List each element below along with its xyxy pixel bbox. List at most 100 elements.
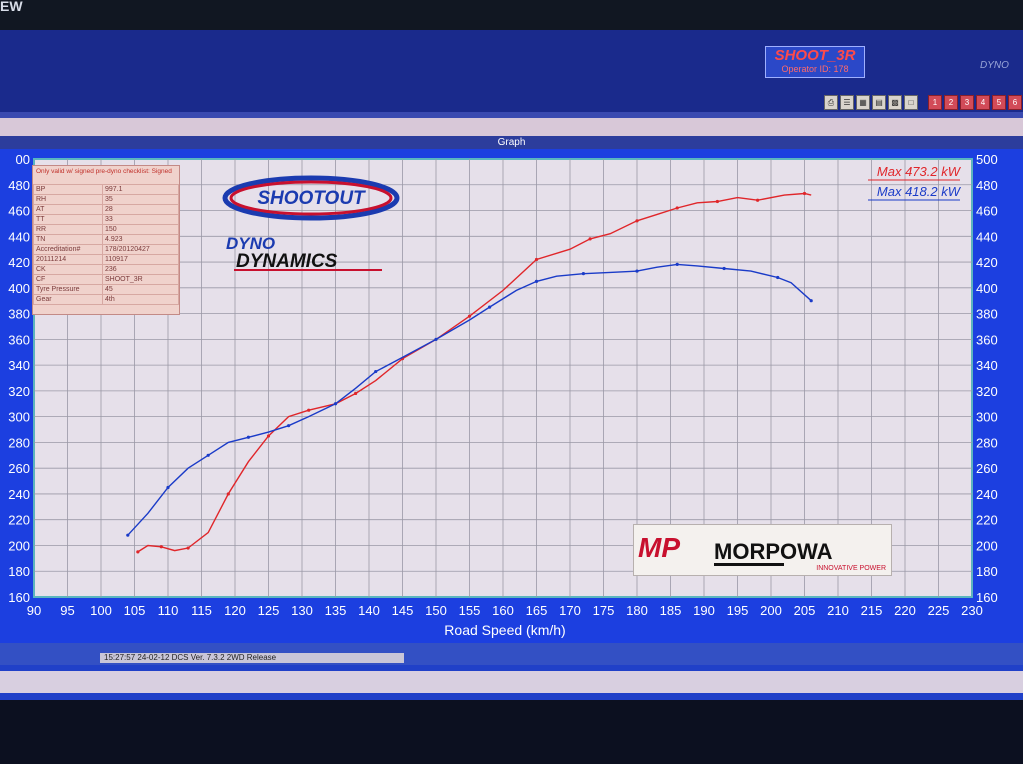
x-tick-label: 215: [861, 603, 883, 618]
y-tick-label-right: 460: [976, 204, 998, 219]
series-point-0: [534, 257, 539, 262]
series-point-0: [186, 546, 190, 550]
page-button-2[interactable]: 2: [944, 95, 958, 110]
y-tick-label-left: 420: [8, 255, 30, 270]
series-point-1: [776, 275, 780, 280]
series-point-1: [374, 369, 378, 374]
page-button-5[interactable]: 5: [992, 95, 1006, 110]
window-icon[interactable]: □: [904, 95, 918, 110]
y-tick-label-right: 440: [976, 229, 998, 244]
info-key: 20111214: [33, 254, 103, 265]
series-point-0: [354, 391, 358, 396]
series-point-0: [467, 314, 472, 318]
y-tick-label-left: 240: [8, 487, 30, 502]
series-point-0: [635, 219, 639, 223]
printer-icon[interactable]: ⎙: [824, 95, 838, 110]
info-row: BP 997.1: [33, 184, 179, 195]
info-value: 150: [102, 224, 179, 235]
y-tick-label-left: 300: [8, 410, 30, 425]
y-tick-label-left: 400: [8, 281, 30, 296]
chart-icon[interactable]: ☰: [840, 95, 854, 110]
info-row: AT 28: [33, 204, 179, 215]
y-axis-right: 1601802002202402602803003203403603804004…: [976, 152, 998, 605]
y-tick-label-left: 00: [16, 152, 30, 167]
page-button-1[interactable]: 1: [928, 95, 942, 110]
y-tick-label-right: 320: [976, 384, 998, 399]
page-button-3[interactable]: 3: [960, 95, 974, 110]
table-icon[interactable]: ▩: [888, 95, 902, 110]
info-key: AT: [33, 204, 103, 215]
y-tick-label-left: 200: [8, 538, 30, 553]
x-tick-label: 105: [124, 603, 146, 618]
y-tick-label-right: 280: [976, 435, 998, 450]
info-key: Accreditation#: [33, 244, 103, 255]
y-tick-label-left: 460: [8, 204, 30, 219]
x-tick-label: 175: [593, 603, 615, 618]
operator-id: Operator ID: 178: [781, 64, 849, 74]
y-tick-label-left: 320: [8, 384, 30, 399]
morpowa-tagline: INNOVATIVE POWER: [816, 565, 886, 572]
info-value: 110917: [102, 254, 179, 265]
y-tick-label-left: 220: [8, 513, 30, 528]
info-key: TN: [33, 234, 103, 245]
info-row: 20111214 110917: [33, 254, 179, 265]
x-tick-label: 180: [626, 603, 648, 618]
info-value: 4th: [102, 294, 179, 305]
morpowa-logo: MP MORPOWA INNOVATIVE POWER: [633, 524, 892, 576]
operator-name: SHOOT_3R: [774, 47, 856, 64]
info-value: 45: [102, 284, 179, 295]
series-point-0: [266, 434, 271, 438]
series-point-1: [635, 269, 639, 273]
info-row: TN 4.923: [33, 234, 179, 245]
info-row: RH 35: [33, 194, 179, 205]
series-point-1: [287, 424, 291, 428]
graph-title-bar: Graph: [0, 136, 1023, 149]
info-row: CK 236: [33, 264, 179, 275]
series-point-1: [534, 279, 539, 283]
grid-icon[interactable]: ▦: [856, 95, 870, 110]
series-point-0: [675, 206, 679, 210]
series-point-1: [675, 262, 679, 266]
info-key: BP: [33, 184, 103, 195]
x-tick-label: 155: [459, 603, 481, 618]
series-point-1: [246, 435, 250, 439]
y-axis-left: 1601802002202402602803003203403603804004…: [8, 152, 30, 605]
y-tick-label-left: 260: [8, 461, 30, 476]
morpowa-mark-text: MP: [638, 532, 680, 563]
window-corner-text: EW: [0, 0, 23, 14]
y-tick-label-left: 280: [8, 435, 30, 450]
panel-band: [0, 118, 1023, 136]
info-row: TT 33: [33, 214, 179, 225]
series-point-1: [581, 272, 586, 276]
info-value: 35: [102, 194, 179, 205]
x-tick-label: 150: [425, 603, 447, 618]
y-tick-label-left: 480: [8, 178, 30, 193]
info-value: 28: [102, 204, 179, 215]
x-tick-label: 130: [291, 603, 313, 618]
series-point-0: [715, 199, 720, 204]
x-tick-label: 205: [794, 603, 816, 618]
series-point-1: [166, 485, 170, 490]
x-axis-label: Road Speed (km/h): [444, 622, 565, 638]
page-button-4[interactable]: 4: [976, 95, 990, 110]
y-tick-label-right: 360: [976, 332, 998, 347]
status-text: 15:27:57 24-02-12 DCS Ver. 7.3.2 2WD Rel…: [100, 653, 404, 663]
legend-max-red: Max 473.2 kW: [877, 164, 962, 179]
x-tick-label: 125: [258, 603, 280, 618]
y-tick-label-right: 400: [976, 281, 998, 296]
info-row: Gear 4th: [33, 294, 179, 305]
info-key: CF: [33, 274, 103, 285]
page-button-6[interactable]: 6: [1008, 95, 1022, 110]
info-value: 236: [102, 264, 179, 275]
info-key: CK: [33, 264, 103, 275]
info-value: 997.1: [102, 184, 179, 195]
x-tick-label: 210: [827, 603, 849, 618]
page-buttons: 1 2 3 4 5 6: [928, 95, 1022, 110]
info-key: Gear: [33, 294, 103, 305]
series-point-1: [434, 337, 438, 341]
y-tick-label-left: 440: [8, 229, 30, 244]
report-icon[interactable]: ▤: [872, 95, 886, 110]
series-point-0: [159, 545, 163, 549]
y-tick-label-left: 360: [8, 332, 30, 347]
info-heading: Only valid w/ signed pre-dyno checklist:…: [36, 168, 172, 175]
